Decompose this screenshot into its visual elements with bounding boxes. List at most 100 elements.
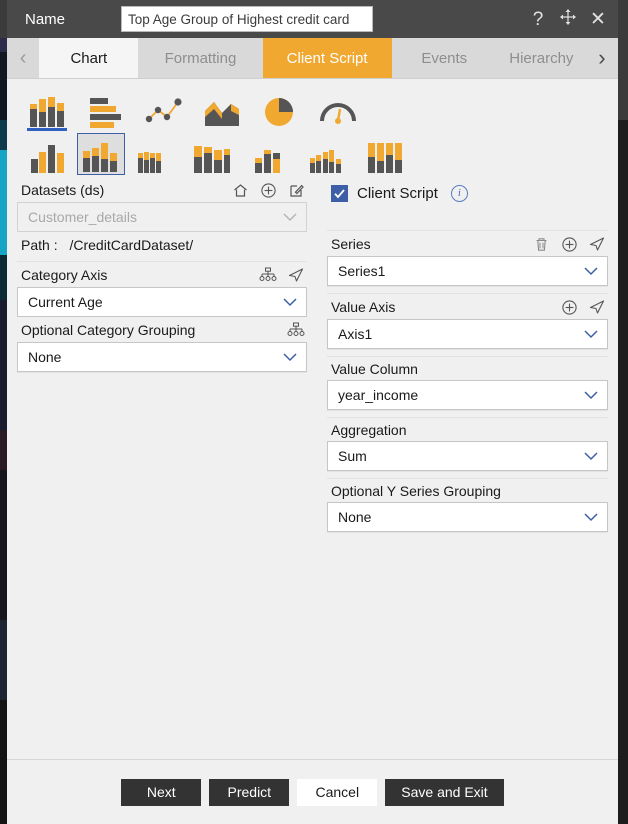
chevron-down-icon	[282, 212, 298, 222]
chevron-down-icon	[583, 451, 599, 461]
chevron-down-icon	[583, 390, 599, 400]
small-multiples-column-icon[interactable]	[299, 135, 357, 175]
tab-chart[interactable]: Chart	[39, 38, 139, 78]
client-script-checkbox[interactable]	[331, 185, 348, 202]
value-column-label: Value Column	[331, 361, 418, 377]
title-bar-actions: ? ✕	[528, 8, 608, 30]
trash-icon[interactable]	[532, 235, 550, 253]
move-icon[interactable]	[558, 8, 578, 30]
series-group: Series Series1	[327, 230, 608, 287]
hierarchy-tree-icon[interactable]	[259, 266, 277, 284]
column-chart-icon[interactable]	[19, 89, 77, 131]
edit-icon[interactable]	[287, 181, 305, 199]
category-axis-header-actions	[259, 266, 305, 284]
tab-hierarchy[interactable]: Hierarchy	[496, 38, 586, 78]
category-axis-value: Current Age	[28, 294, 103, 310]
aggregation-select[interactable]: Sum	[327, 441, 608, 471]
category-grouping-label: Optional Category Grouping	[21, 322, 196, 338]
dataset-path-value: /CreditCardDataset/	[69, 237, 194, 253]
y-series-grouping-value: None	[338, 509, 372, 525]
tab-client-script[interactable]: Client Script	[262, 38, 392, 78]
send-arrow-icon[interactable]	[588, 298, 606, 316]
home-icon[interactable]	[231, 181, 249, 199]
value-column-select[interactable]: year_income	[327, 380, 608, 410]
dataset-select[interactable]: Customer_details	[17, 202, 307, 232]
chevron-down-icon	[282, 352, 298, 362]
series-header: Series	[327, 231, 608, 256]
hierarchy-tree-icon[interactable]	[287, 321, 305, 339]
category-grouping-select[interactable]: None	[17, 342, 307, 372]
y-series-grouping-header: Optional Y Series Grouping	[327, 479, 608, 502]
chart-wizard-dialog: Name ?	[0, 0, 628, 824]
datasets-header: Datasets (ds)	[17, 177, 307, 202]
dialog-window: Name ?	[7, 0, 618, 824]
tabs-scroll-right-icon[interactable]: ›	[585, 38, 618, 78]
chart-type-row-variants	[7, 129, 618, 175]
value-column-value: year_income	[338, 387, 419, 403]
y-series-grouping-group: Optional Y Series Grouping None	[327, 478, 608, 533]
category-axis-label: Category Axis	[21, 267, 108, 283]
series-label: Series	[331, 236, 371, 252]
value-column-header: Value Column	[327, 357, 608, 380]
page-left-edge-strip	[0, 0, 7, 824]
tabs-scroll-left-icon[interactable]: ‹	[7, 38, 40, 78]
value-column-group: Value Column year_income	[327, 356, 608, 411]
right-column-spacer	[327, 202, 608, 224]
line-scatter-chart-icon[interactable]	[135, 89, 193, 129]
save-and-exit-button[interactable]: Save and Exit	[385, 778, 504, 806]
plus-circle-icon[interactable]	[259, 181, 277, 199]
value-axis-label: Value Axis	[331, 299, 396, 315]
right-column: Client Script i Series Series1 Value Axi…	[317, 177, 618, 759]
tab-bar: ‹ Chart Formatting Client Script Events …	[7, 38, 618, 79]
question-mark-icon[interactable]: ?	[528, 10, 548, 29]
send-arrow-icon[interactable]	[588, 235, 606, 253]
value-axis-header-actions	[560, 298, 606, 316]
page-right-edge-strip	[618, 120, 628, 824]
pie-chart-icon[interactable]	[251, 89, 309, 129]
stacked-column-wide-icon[interactable]	[183, 135, 241, 175]
y-series-grouping-label: Optional Y Series Grouping	[331, 483, 501, 499]
value-axis-header: Value Axis	[327, 294, 608, 319]
stacked-grouped-column-icon[interactable]	[125, 135, 183, 175]
series-header-actions	[532, 235, 606, 253]
chevron-down-icon	[583, 329, 599, 339]
send-arrow-icon[interactable]	[287, 266, 305, 284]
category-grouping-value: None	[28, 349, 62, 365]
category-axis-header: Category Axis	[17, 262, 307, 287]
info-icon[interactable]: i	[450, 185, 468, 202]
y-series-grouping-select[interactable]: None	[327, 502, 608, 532]
next-button[interactable]: Next	[121, 778, 202, 806]
bar-chart-icon[interactable]	[77, 89, 135, 129]
stacked-column-icon[interactable]	[77, 133, 125, 175]
overlapped-column-icon[interactable]	[241, 135, 299, 175]
plus-circle-icon[interactable]	[560, 235, 578, 253]
dataset-path: Path : /CreditCardDataset/	[17, 232, 307, 255]
client-script-row: Client Script i	[327, 177, 608, 202]
value-axis-select[interactable]: Axis1	[327, 319, 608, 349]
clustered-column-icon[interactable]	[19, 135, 77, 175]
series-select[interactable]: Series1	[327, 256, 608, 286]
chart-type-gallery	[7, 79, 618, 177]
left-column: Datasets (ds) Customer_details Path: /C…	[7, 177, 317, 759]
category-grouping-header: Optional Category Grouping	[17, 317, 307, 342]
dialog-footer: Next Predict Cancel Save and Exit	[7, 759, 618, 824]
aggregation-value: Sum	[338, 448, 367, 464]
tab-formatting[interactable]: Formatting	[138, 38, 263, 78]
chart-type-row-primary	[7, 85, 618, 131]
plus-circle-icon[interactable]	[560, 298, 578, 316]
name-label: Name	[25, 10, 66, 28]
chevron-down-icon	[583, 512, 599, 522]
predict-button[interactable]: Predict	[209, 778, 290, 806]
client-script-label: Client Script	[357, 185, 438, 202]
title-bar: Name ?	[7, 0, 618, 38]
series-value: Series1	[338, 263, 386, 279]
area-chart-icon[interactable]	[193, 89, 251, 129]
full-stacked-column-icon[interactable]	[357, 135, 415, 175]
cancel-button[interactable]: Cancel	[297, 778, 378, 806]
gauge-chart-icon[interactable]	[309, 89, 367, 129]
category-axis-select[interactable]: Current Age	[17, 287, 307, 317]
close-icon[interactable]: ✕	[588, 10, 608, 29]
chart-name-input[interactable]	[121, 6, 373, 32]
tab-events[interactable]: Events	[391, 38, 497, 78]
datasets-header-actions	[231, 181, 305, 199]
